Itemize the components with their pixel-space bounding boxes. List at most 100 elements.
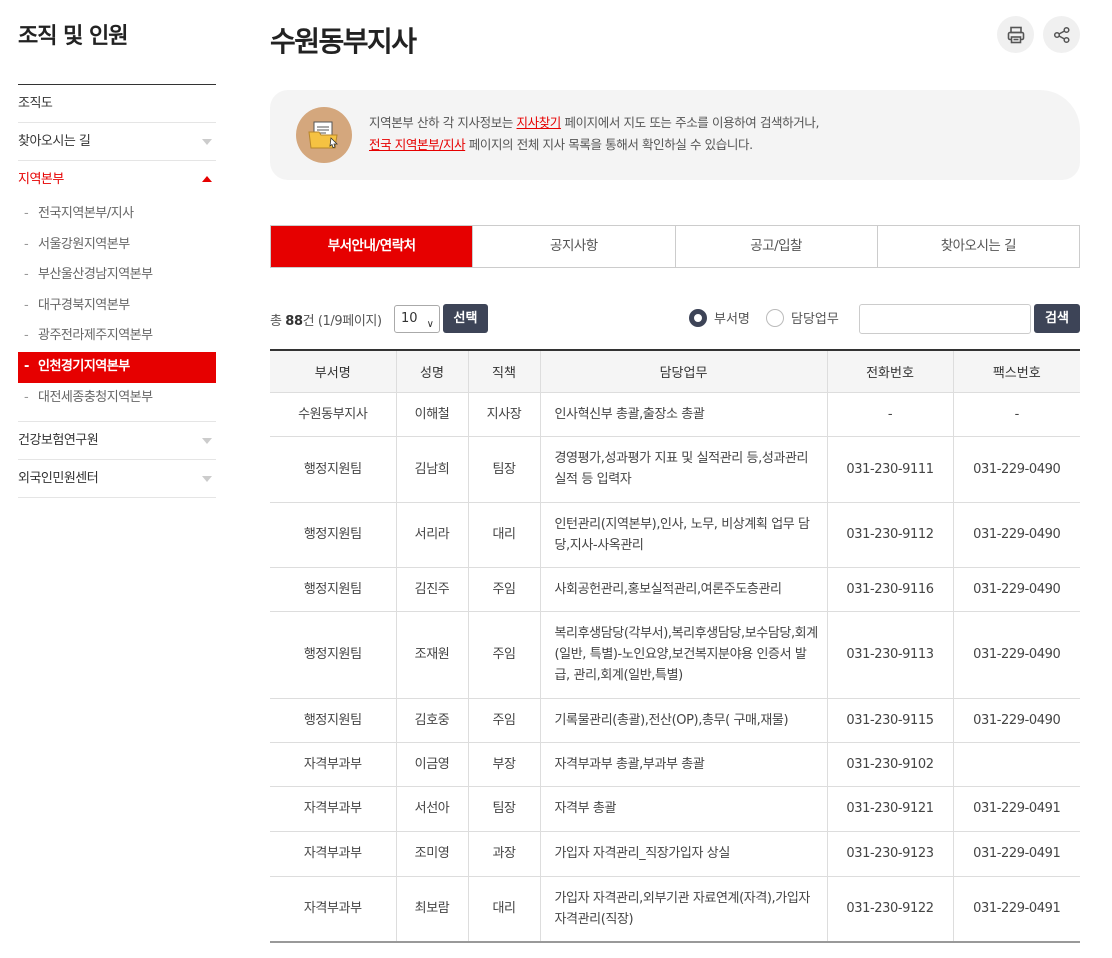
cell-phone: 031-230-9122: [826, 876, 953, 943]
cell-name: 김호중: [395, 698, 468, 743]
table-row: 행정지원팀 서리라 대리 인턴관리(지역본부),인사, 노무, 비상계획 업무 …: [270, 502, 1080, 568]
cell-duty: 경영평가,성과평가 지표 및 실적관리 등,성과관리 실적 등 입력자: [539, 436, 827, 503]
dash-marker: -: [24, 267, 29, 283]
sidebar: 조직 및 인원 조직도 찾아오시는 길 지역본부 - 전국지역본부/지사 - 서울강…: [18, 0, 216, 499]
dash-marker: -: [24, 328, 29, 344]
tab-notices[interactable]: 공지사항: [472, 226, 674, 267]
cell-duty: 사회공헌관리,홍보실적관리,여론주도층관리: [539, 567, 827, 612]
info-notice: 지역본부 산하 각 지사정보는 지사찾기 페이지에서 지도 또는 주소를 이용하…: [270, 90, 1080, 180]
cell-name: 김진주: [395, 567, 468, 612]
cell-dept: 수원동부지사: [270, 392, 396, 437]
cell-dept: 행정지원팀: [270, 611, 396, 699]
cell-dept: 자격부과부: [270, 742, 396, 787]
cell-phone: 031-230-9115: [826, 698, 953, 743]
table-row: 자격부과부 서선아 팀장 자격부 총괄 031-230-9121 031-229…: [270, 786, 1080, 832]
cell-duty: 인사혁신부 총괄,출장소 총괄: [539, 392, 827, 437]
table-row: 수원동부지사 이해철 지사장 인사혁신부 총괄,출장소 총괄 - -: [270, 392, 1080, 437]
cell-title: 대리: [467, 876, 540, 943]
cell-fax: 031-229-0491: [952, 786, 1080, 832]
column-header: 전화번호: [826, 349, 953, 393]
sidebar-item-research-institute[interactable]: 건강보험연구원: [18, 422, 216, 461]
dash-marker: -: [24, 358, 29, 374]
info-text-segment: 페이지의 전체 지사 목록을 통해서 확인하실 수 있습니다.: [465, 137, 753, 152]
cell-title: 팀장: [467, 436, 540, 503]
cell-duty: 자격부 총괄: [539, 786, 827, 832]
total-count: 총 88건 (1/9페이지): [270, 310, 382, 329]
total-suffix: 건 (1/9페이지): [302, 314, 382, 329]
submenu-item-seoul-gangwon[interactable]: - 서울강원지역본부: [18, 230, 216, 261]
cell-fax: [952, 742, 1080, 787]
cell-phone: 031-230-9121: [826, 786, 953, 832]
cell-fax: 031-229-0490: [952, 502, 1080, 568]
submenu-item-daejeon-sejong-chungcheong[interactable]: - 대전세종충청지역본부: [18, 383, 216, 414]
cell-name: 서선아: [395, 786, 468, 832]
print-button[interactable]: [997, 16, 1034, 53]
cell-dept: 행정지원팀: [270, 567, 396, 612]
tab-announcements-bids[interactable]: 공고/입찰: [674, 226, 877, 267]
sidebar-item-directions[interactable]: 찾아오시는 길: [18, 123, 216, 161]
search-input[interactable]: [859, 304, 1031, 334]
submenu-item-incheon-gyeonggi[interactable]: - 인천경기지역본부: [18, 351, 216, 383]
info-line-1: 지역본부 산하 각 지사정보는 지사찾기 페이지에서 지도 또는 주소를 이용하…: [369, 112, 819, 134]
submenu-item-busan-ulsan-gyeongnam[interactable]: - 부산울산경남지역본부: [18, 260, 216, 291]
search-button[interactable]: 검색: [1034, 304, 1080, 333]
sidebar-item-org-chart[interactable]: 조직도: [18, 85, 216, 123]
sidebar-item-label: 지역본부: [18, 172, 64, 187]
cell-fax: 031-229-0491: [952, 876, 1080, 943]
cell-dept: 행정지원팀: [270, 698, 396, 743]
radio-department[interactable]: 부서명: [689, 308, 750, 327]
cell-dept: 자격부과부: [270, 876, 396, 943]
total-count-value: 88: [285, 314, 303, 329]
select-button[interactable]: 선택: [443, 304, 488, 333]
cell-duty: 기록물관리(총괄),전산(OP),총무( 구매,재물): [539, 698, 827, 743]
cell-fax: 031-229-0490: [952, 698, 1080, 743]
submenu-item-nationwide[interactable]: - 전국지역본부/지사: [18, 199, 216, 230]
column-header: 담당업무: [539, 349, 827, 393]
tab-department-contact[interactable]: 부서안내/연락처: [271, 226, 473, 267]
radio-duty[interactable]: 담당업무: [766, 308, 839, 327]
cell-duty: 가입자 자격관리_직장가입자 상실: [539, 831, 827, 877]
sidebar-title: 조직 및 인원: [18, 24, 129, 49]
printer-icon: [1007, 26, 1024, 43]
cell-name: 이금영: [395, 742, 468, 787]
table-row: 자격부과부 이금영 부장 자격부과부 총괄,부과부 총괄 031-230-910…: [270, 742, 1080, 787]
cell-duty: 복리후생담당(각부서),복리후생담당,보수담당,회계(일반, 특별)-노인요양,…: [539, 611, 827, 699]
sidebar-item-foreigner-center[interactable]: 외국인민원센터: [18, 460, 216, 499]
cell-fax: -: [952, 392, 1080, 437]
cell-fax: 031-229-0490: [952, 611, 1080, 699]
cell-name: 서리라: [395, 502, 468, 568]
sidebar-item-regional-hq[interactable]: 지역본부: [18, 161, 216, 199]
cell-name: 이해철: [395, 392, 468, 437]
cell-fax: 031-229-0491: [952, 831, 1080, 877]
branch-finder-link[interactable]: 지사찾기: [517, 115, 562, 130]
column-header: 팩스번호: [952, 349, 1080, 393]
submenu-item-label: 서울강원지역본부: [38, 236, 130, 252]
table-row: 행정지원팀 조재원 주임 복리후생담당(각부서),복리후생담당,보수담당,회계(…: [270, 611, 1080, 699]
cell-dept: 자격부과부: [270, 831, 396, 877]
total-prefix: 총: [270, 314, 286, 329]
per-page-select[interactable]: 10 ∨: [394, 305, 440, 333]
tab-bar: 부서안내/연락처 공지사항 공고/입찰 찾아오시는 길: [270, 225, 1080, 268]
cell-phone: 031-230-9113: [826, 611, 953, 699]
table-row: 행정지원팀 김진주 주임 사회공헌관리,홍보실적관리,여론주도층관리 031-2…: [270, 567, 1080, 612]
cell-dept: 행정지원팀: [270, 502, 396, 568]
table-row: 자격부과부 최보람 대리 가입자 자격관리,외부기관 자료연계(자격),가입자 …: [270, 876, 1080, 943]
submenu-item-label: 광주전라제주지역본부: [38, 328, 153, 344]
dash-marker: -: [24, 236, 29, 252]
per-page-value: 10: [401, 311, 418, 326]
chevron-down-icon: [202, 139, 212, 145]
page-title: 수원동부지사: [270, 25, 417, 58]
tab-directions[interactable]: 찾아오시는 길: [876, 226, 1079, 267]
dash-marker: -: [24, 389, 29, 405]
radio-on-icon: [689, 308, 707, 327]
info-text: 지역본부 산하 각 지사정보는 지사찾기 페이지에서 지도 또는 주소를 이용하…: [369, 112, 819, 156]
submenu-item-gwangju-jeolla-jeju[interactable]: - 광주전라제주지역본부: [18, 321, 216, 352]
all-branches-link[interactable]: 전국 지역본부/지사: [369, 137, 466, 152]
submenu-item-daegu-gyeongbuk[interactable]: - 대구경북지역본부: [18, 291, 216, 322]
column-header: 부서명: [270, 349, 396, 393]
radio-label: 부서명: [714, 312, 750, 327]
radio-label: 담당업무: [791, 312, 839, 327]
share-button[interactable]: [1043, 16, 1080, 53]
sidebar-item-label: 조직도: [18, 96, 53, 111]
cell-phone: 031-230-9116: [826, 567, 953, 612]
